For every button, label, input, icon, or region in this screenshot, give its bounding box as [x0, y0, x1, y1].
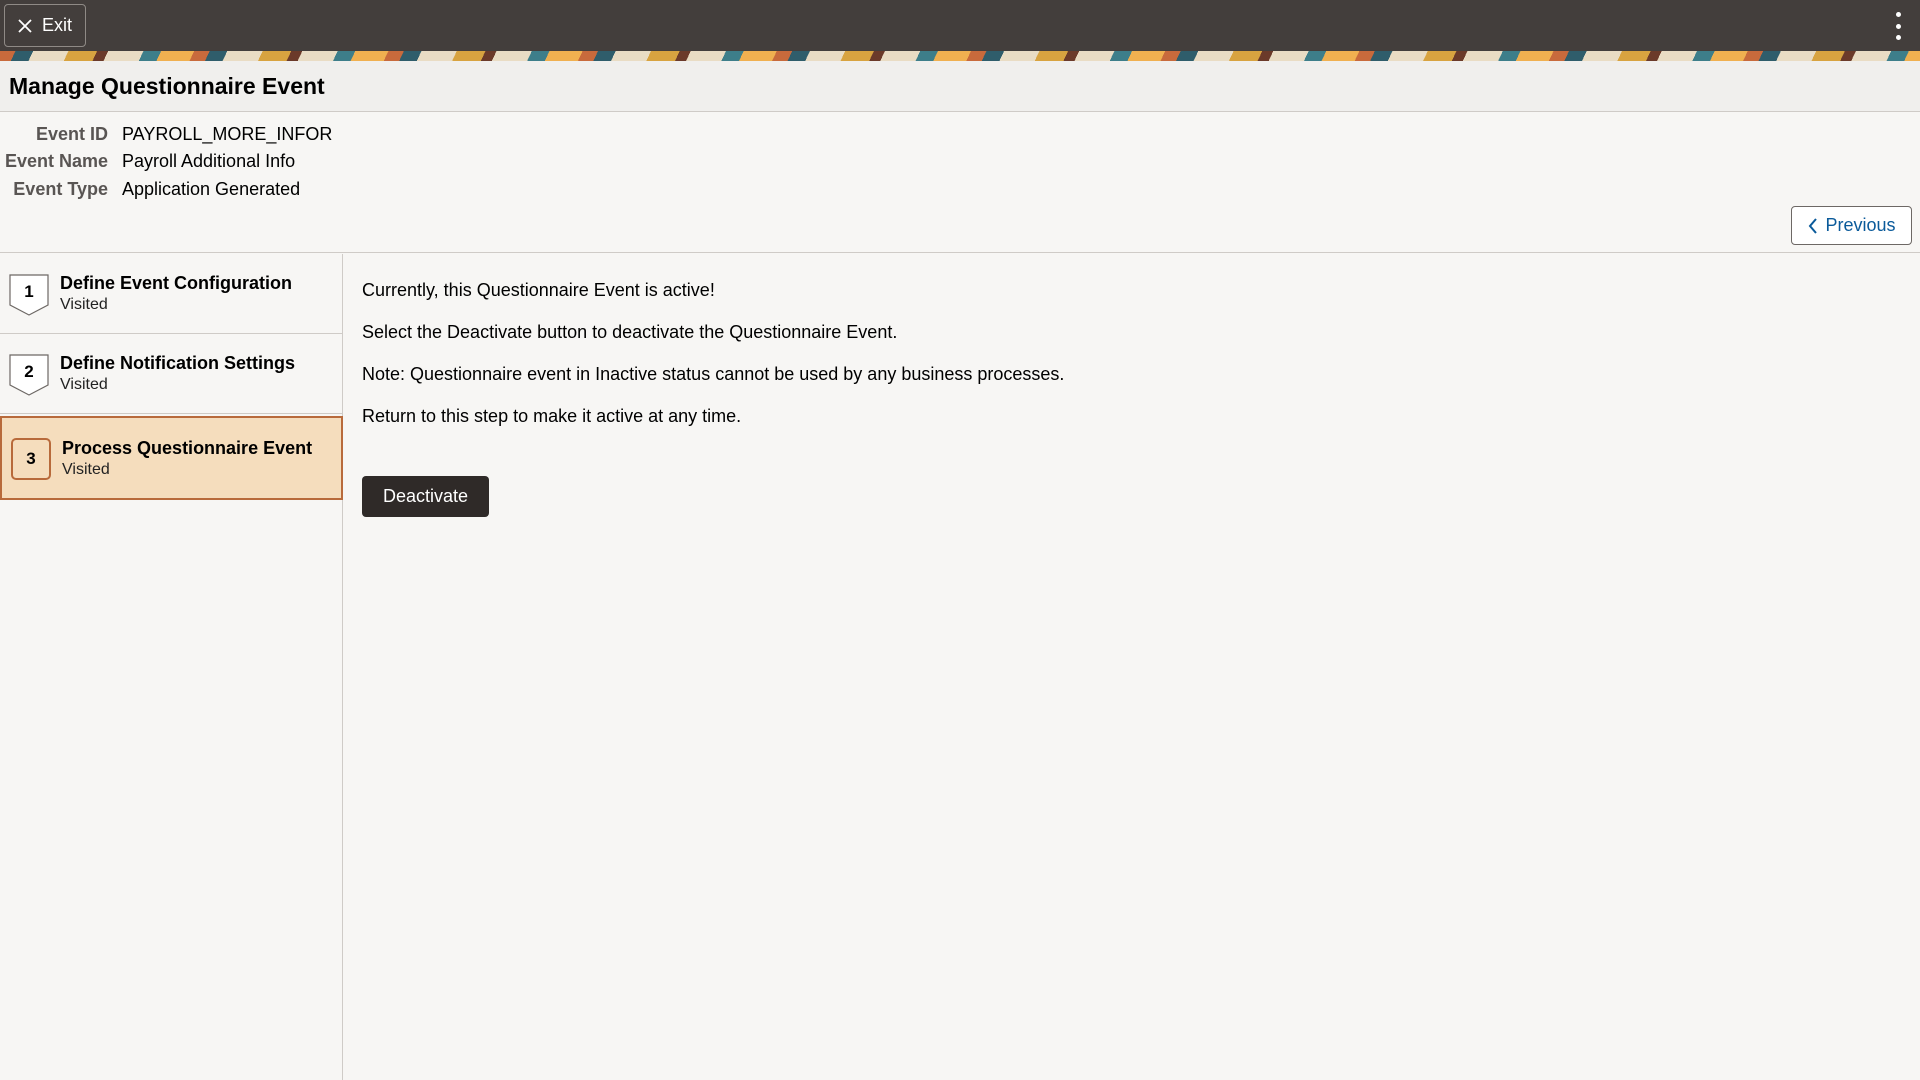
deactivate-button[interactable]: Deactivate	[362, 476, 489, 517]
event-name-value: Payroll Additional Info	[122, 150, 296, 171]
event-type-value: Application Generated	[122, 178, 301, 199]
step-title: Process Questionnaire Event	[62, 438, 313, 458]
step-number-badge: 1	[9, 274, 49, 316]
step-status: Visited	[60, 296, 108, 313]
step-number: 3	[26, 449, 36, 468]
event-type-row: Event Type Application Generated	[0, 177, 300, 201]
step-number: 1	[24, 282, 34, 301]
top-bar: Exit	[0, 0, 1920, 51]
chevron-left-icon	[1809, 217, 1818, 234]
step-define-event-configuration[interactable]: 1 Define Event Configuration Visited	[0, 254, 343, 334]
event-info-panel: Event ID PAYROLL_MORE_INFOR Event Name P…	[0, 113, 1920, 253]
event-name-row: Event Name Payroll Additional Info	[0, 149, 295, 173]
step-navigation: 1 Define Event Configuration Visited 2 D…	[0, 254, 343, 1080]
step-number-badge: 2	[9, 354, 49, 396]
event-name-label: Event Name	[4, 150, 108, 171]
active-status-message: Currently, this Questionnaire Event is a…	[362, 280, 715, 300]
event-id-label: Event ID	[35, 123, 108, 144]
previous-button[interactable]: Previous	[1791, 206, 1912, 245]
decorative-banner	[0, 51, 1920, 61]
page-title-bar: Manage Questionnaire Event	[0, 61, 1920, 112]
inactive-note: Note: Questionnaire event in Inactive st…	[362, 364, 1065, 384]
reactivate-note: Return to this step to make it active at…	[362, 406, 742, 426]
exit-label: Exit	[42, 15, 73, 35]
event-id-row: Event ID PAYROLL_MORE_INFOR	[0, 122, 332, 146]
close-icon	[18, 18, 32, 33]
step-title: Define Notification Settings	[60, 353, 296, 373]
step-number: 2	[24, 362, 34, 381]
exit-button[interactable]: Exit	[4, 4, 86, 47]
deactivate-instruction: Select the Deactivate button to deactiva…	[362, 322, 898, 342]
step-process-questionnaire-event[interactable]: 3 Process Questionnaire Event Visited	[0, 416, 343, 500]
step-define-notification-settings[interactable]: 2 Define Notification Settings Visited	[0, 334, 343, 414]
kebab-menu-icon[interactable]	[1890, 12, 1906, 40]
event-type-label: Event Type	[13, 178, 108, 199]
step-status: Visited	[60, 376, 108, 393]
previous-label: Previous	[1825, 215, 1896, 235]
step-status: Visited	[62, 461, 110, 478]
page-title: Manage Questionnaire Event	[9, 73, 325, 99]
step-title: Define Event Configuration	[60, 273, 293, 293]
step-number-badge: 3	[11, 438, 51, 480]
event-id-value: PAYROLL_MORE_INFOR	[122, 123, 333, 144]
